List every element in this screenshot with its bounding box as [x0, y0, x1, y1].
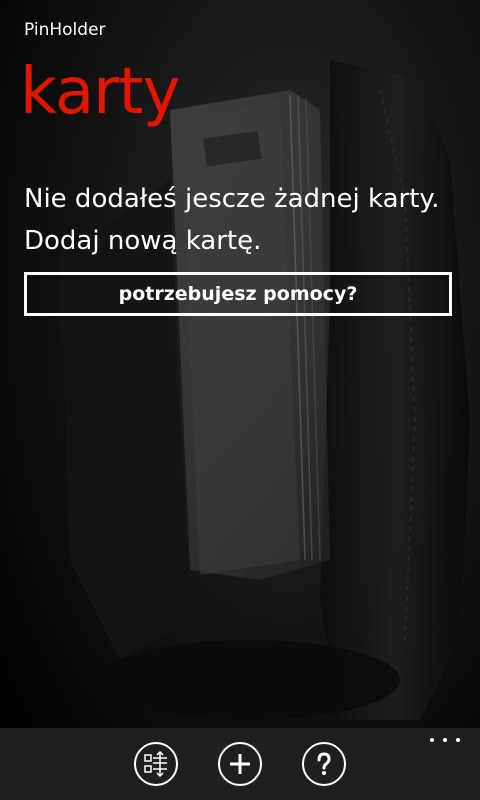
- help-button[interactable]: potrzebujesz pomocy?: [24, 272, 452, 316]
- more-dots-icon[interactable]: [430, 732, 460, 748]
- sort-button[interactable]: [134, 742, 178, 786]
- app-title: PinHolder: [24, 20, 106, 40]
- empty-state-message: Nie dodałeś jescze żadnej karty. Dodaj n…: [24, 184, 440, 256]
- sort-icon: [144, 751, 167, 777]
- app-screen: PinHolder karty Nie dodałeś jescze żadne…: [0, 0, 480, 800]
- add-icon: [230, 754, 250, 774]
- application-bar: [0, 728, 480, 800]
- help-icon: [317, 752, 331, 775]
- page-title: karty: [20, 55, 180, 129]
- add-card-button[interactable]: [218, 742, 262, 786]
- help-appbar-button[interactable]: [302, 742, 346, 786]
